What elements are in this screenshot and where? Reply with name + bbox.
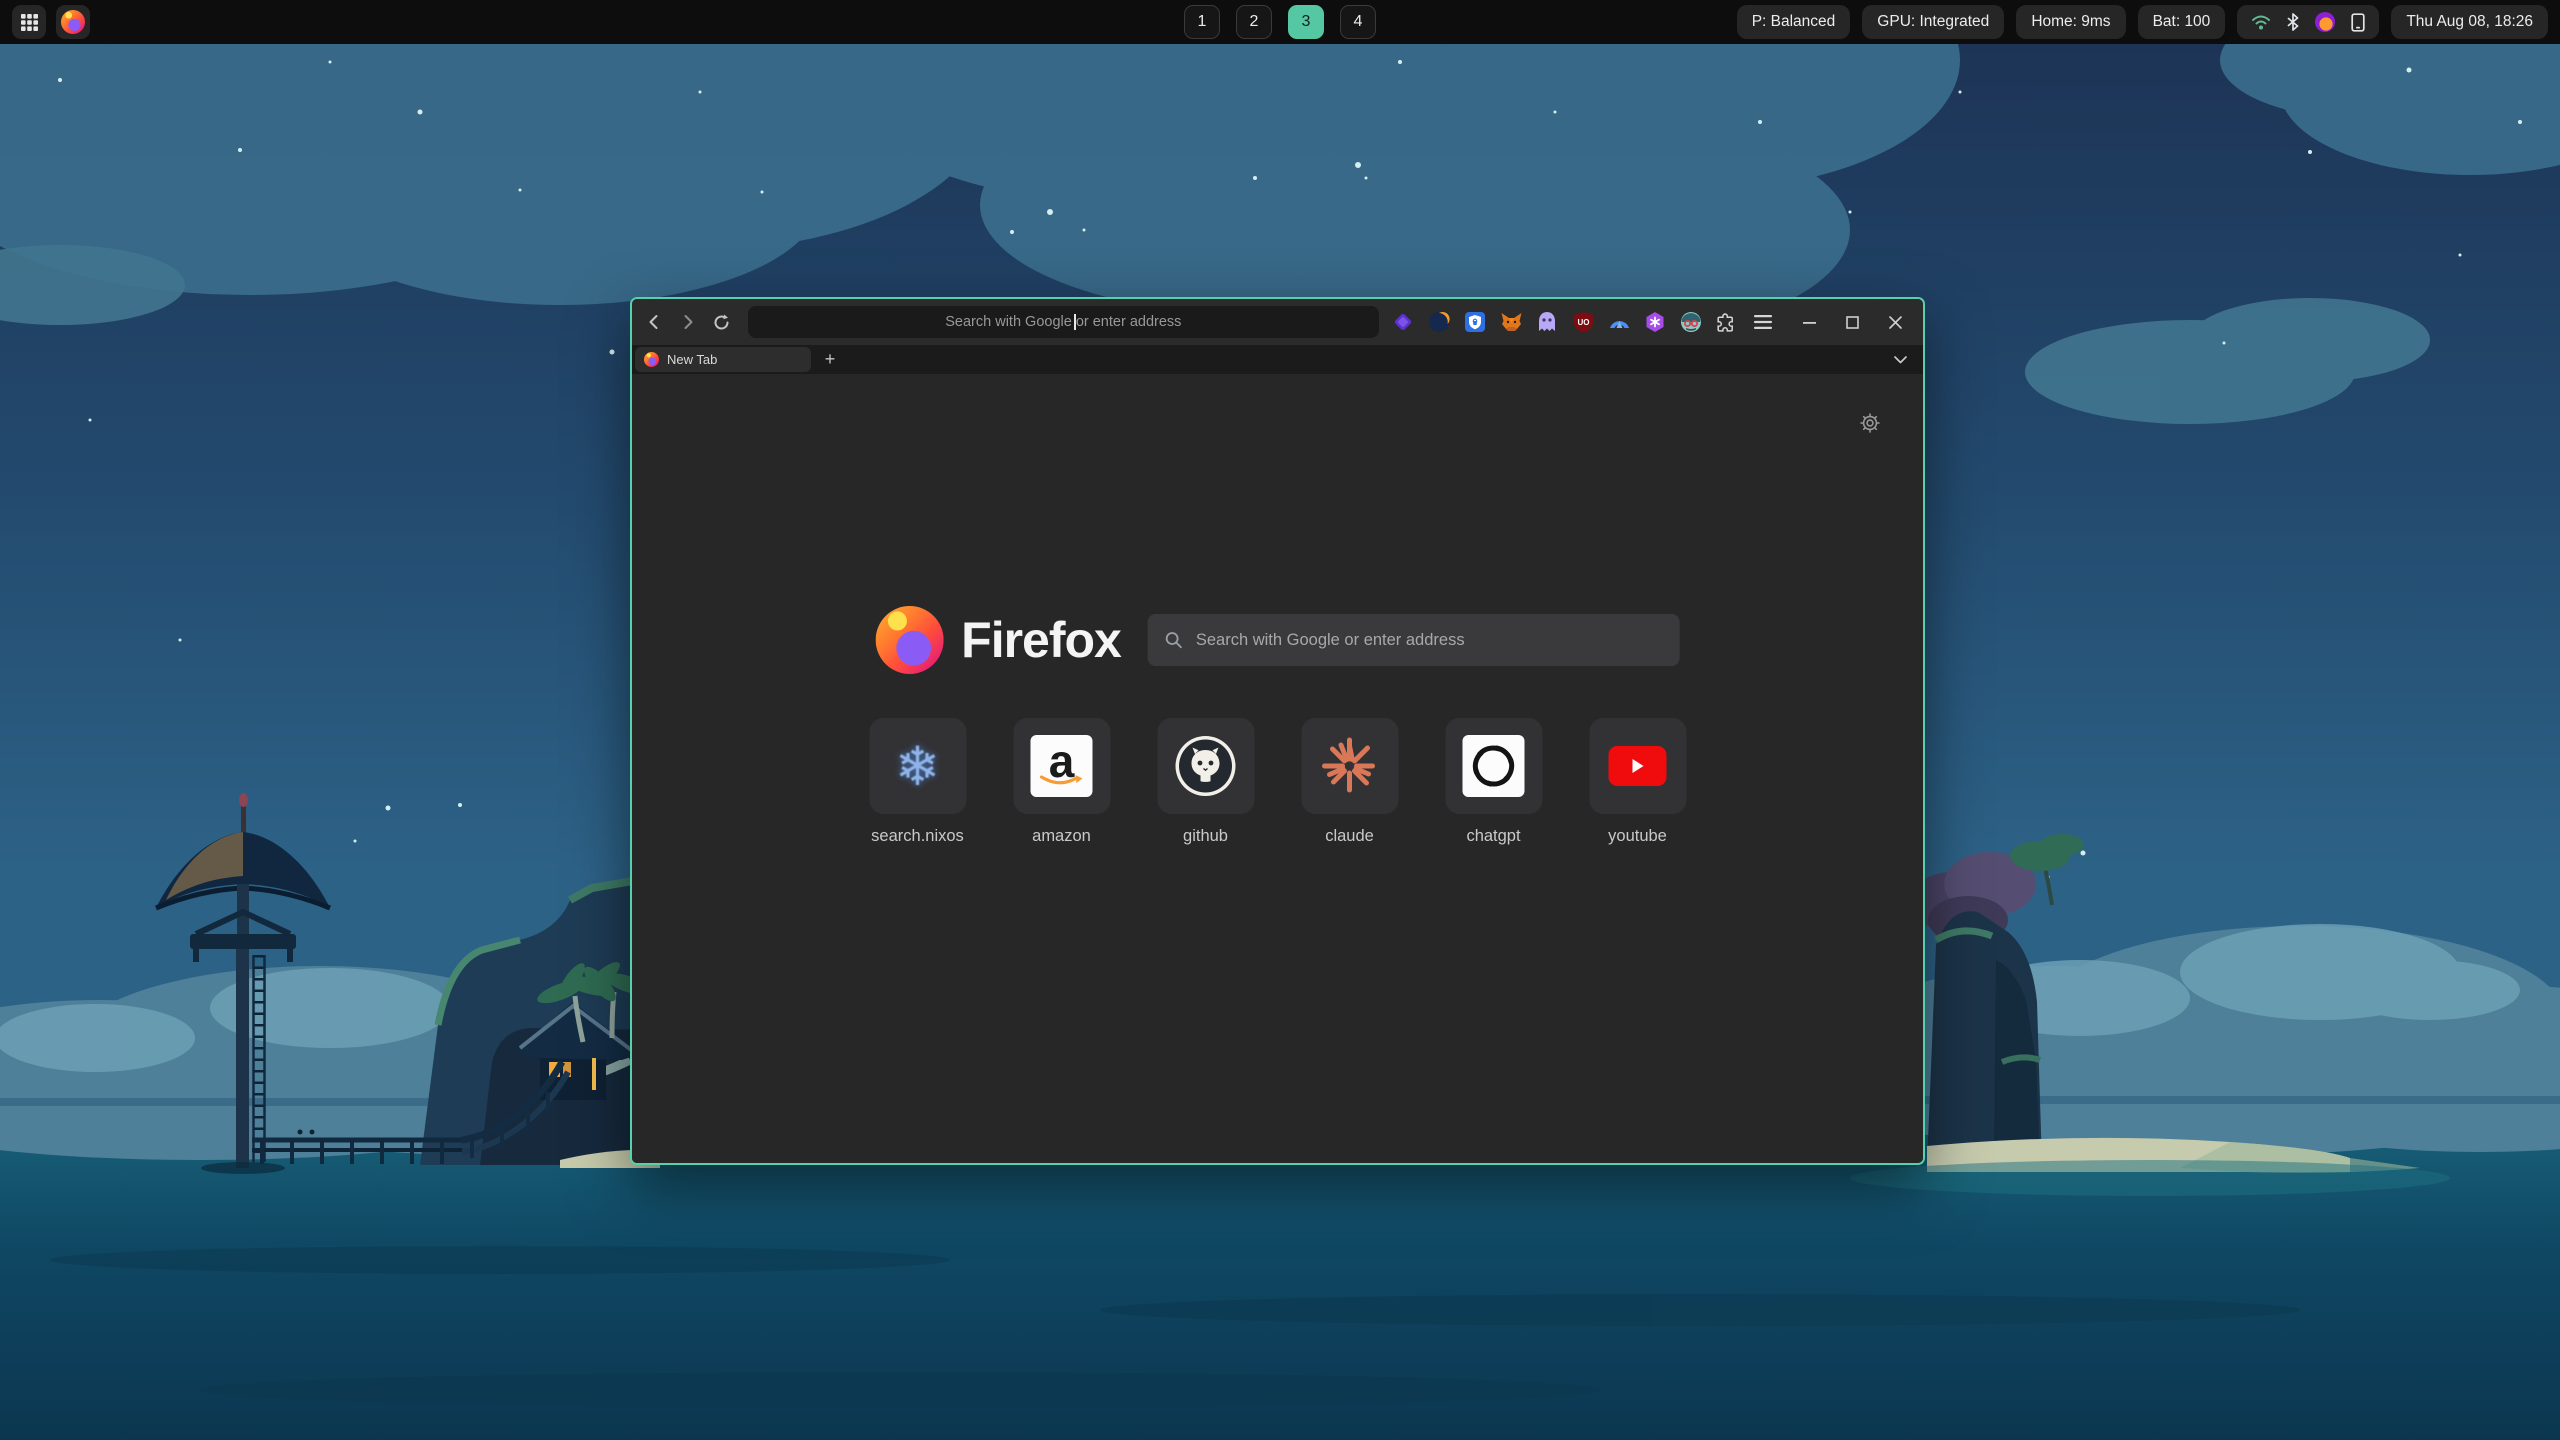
workspace-4[interactable]: 4 [1340,5,1376,39]
wifi-icon[interactable] [2251,14,2271,31]
back-button[interactable] [640,307,668,337]
github-icon [1174,734,1238,798]
urlbar-placeholder: Search with Google or enter address [945,314,1181,330]
ext-bitwarden-icon[interactable] [1464,311,1487,334]
reload-button[interactable] [708,307,736,337]
ext-ublock-origin-icon[interactable]: UO [1572,311,1595,334]
ext-orange-moon-icon[interactable] [1428,311,1451,334]
clock-pill[interactable]: Thu Aug 08, 18:26 [2391,5,2548,39]
battery-label: Bat: 100 [2153,13,2211,31]
close-button[interactable] [1883,309,1909,335]
taskbar: 1 2 3 4 P: Balanced GPU: Integrated Home… [0,0,2560,44]
urlbar[interactable]: Search with Google or enter address [748,306,1379,338]
shortcut-claude[interactable]: claude [1301,718,1398,846]
new-tab-button[interactable]: + [817,347,843,372]
gear-icon [1859,412,1881,434]
workspace-1[interactable]: 1 [1184,5,1220,39]
shortcut-github[interactable]: github [1157,718,1254,846]
ublock-badge-text: UO [1577,318,1589,327]
ext-avatar-goggles-icon[interactable] [1680,311,1703,334]
shortcut-tiles: ❄ search.nixos a amazon [869,718,1686,846]
extensions-puzzle-icon[interactable] [1716,311,1739,334]
newtab-hero: Firefox Search with Google or enter addr… [875,606,1680,674]
plus-icon: + [825,349,836,370]
tab-bar: New Tab + [632,345,1923,374]
maximize-button[interactable] [1840,309,1866,335]
nixos-snowflake-icon: ❄ [895,735,940,798]
power-profile-pill: P: Balanced [1737,5,1851,39]
firefox-icon [61,10,85,34]
gpu-pill: GPU: Integrated [1862,5,2004,39]
tab-favicon-firefox-icon [644,352,659,367]
close-icon [1890,317,1901,328]
shortcut-youtube[interactable]: youtube [1589,718,1686,846]
shortcut-chatgpt[interactable]: chatgpt [1445,718,1542,846]
clock-label: Thu Aug 08, 18:26 [2406,13,2533,31]
window-controls [1797,309,1909,335]
shortcut-label: chatgpt [1466,827,1520,846]
latency-pill: Home: 9ms [2016,5,2125,39]
workspace-1-label: 1 [1198,13,1207,31]
firefox-logo-icon [875,606,943,674]
app-launcher-button[interactable] [12,5,46,39]
app-grid-icon [20,13,39,32]
ext-metamask-icon[interactable] [1500,311,1523,334]
system-tray [2237,5,2379,39]
claude-starburst-icon [1321,737,1379,795]
phone-icon[interactable] [2351,13,2365,32]
chatgpt-icon [1463,735,1525,797]
youtube-icon [1609,746,1667,786]
list-all-tabs-button[interactable] [1887,349,1913,371]
minimize-button[interactable] [1797,309,1823,335]
minimize-icon [1803,322,1816,324]
ext-ghostery-icon[interactable] [1536,311,1559,334]
menu-hamburger-icon[interactable] [1752,311,1775,334]
newtab-search-input[interactable]: Search with Google or enter address [1148,614,1680,666]
forward-chevron-icon [685,316,691,328]
amazon-icon: a [1031,735,1093,797]
reload-icon [712,313,731,332]
firefox-tray-icon[interactable] [2315,12,2335,32]
tab-title: New Tab [667,352,717,367]
shortcut-label: youtube [1608,827,1667,846]
back-chevron-icon [650,316,656,328]
ext-purple-hex-icon[interactable] [1644,311,1667,334]
extensions-row: UO [1392,311,1775,334]
latency-label: Home: 9ms [2031,13,2110,31]
shortcut-amazon[interactable]: a amazon [1013,718,1110,846]
bluetooth-icon[interactable] [2287,13,2299,31]
workspace-2-label: 2 [1250,13,1259,31]
search-icon [1165,631,1183,649]
chevron-down-icon [1895,357,1906,363]
gpu-label: GPU: Integrated [1877,13,1989,31]
newtab-search-placeholder: Search with Google or enter address [1196,631,1465,650]
workspace-switcher: 1 2 3 4 [1184,5,1376,39]
workspace-4-label: 4 [1354,13,1363,31]
shortcut-label: amazon [1032,827,1091,846]
ext-purple-gem-icon[interactable] [1392,311,1415,334]
workspace-3-active[interactable]: 3 [1288,5,1324,39]
maximize-icon [1847,317,1858,328]
firefox-wordmark: Firefox [961,611,1121,669]
personalize-gear-button[interactable] [1859,412,1881,439]
workspace-3-label: 3 [1302,13,1311,31]
shortcut-label: search.nixos [871,827,964,846]
power-profile-label: P: Balanced [1752,13,1836,31]
tab-new-tab[interactable]: New Tab [635,347,811,372]
new-tab-page: Firefox Search with Google or enter addr… [632,374,1923,1163]
shortcut-search-nixos[interactable]: ❄ search.nixos [869,718,966,846]
browser-toolbar: Search with Google or enter address UO [632,299,1923,345]
ext-vpn-arc-icon[interactable] [1608,311,1631,334]
shortcut-label: github [1183,827,1228,846]
battery-pill: Bat: 100 [2138,5,2226,39]
firefox-launcher-button[interactable] [56,5,90,39]
firefox-window: Search with Google or enter address UO [630,297,1925,1165]
workspace-2[interactable]: 2 [1236,5,1272,39]
shortcut-label: claude [1325,827,1374,846]
forward-button[interactable] [674,307,702,337]
text-caret [1074,314,1076,330]
